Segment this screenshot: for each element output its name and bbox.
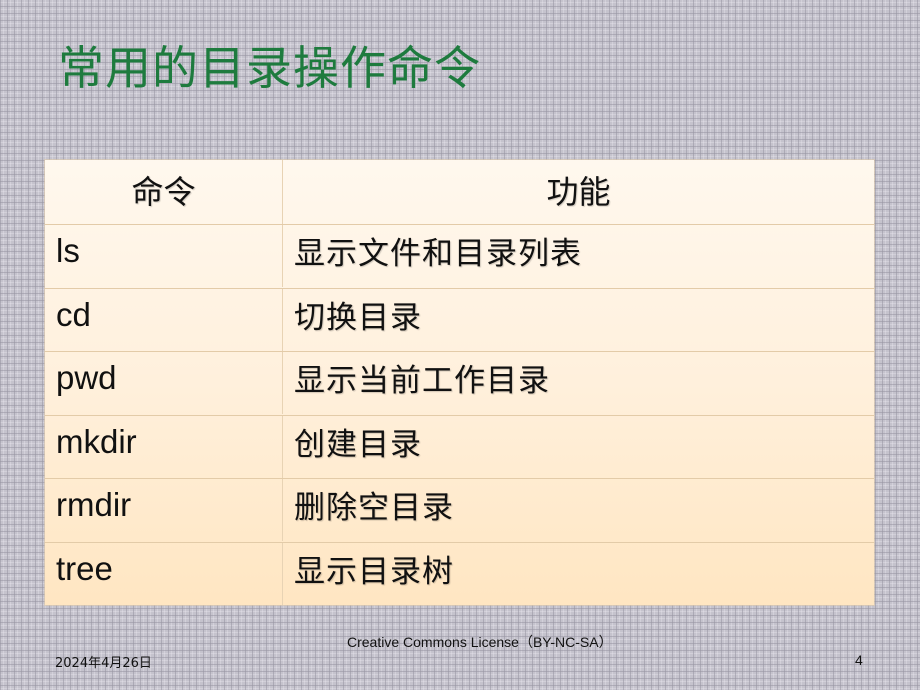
function-text: 显示文件和目录列表 [294, 236, 582, 272]
function-cell: 显示文件和目录列表 [283, 225, 874, 287]
table-header-row: 命令 功能 [45, 160, 874, 224]
header-cell-function: 功能 [283, 160, 874, 224]
table-row: cd 切换目录 [45, 288, 874, 351]
command-cell: cd [45, 289, 283, 351]
footer-date: 2024年4月26日 [55, 656, 152, 671]
table-row: ls 显示文件和目录列表 [45, 224, 874, 287]
page-number: 4 [855, 652, 863, 668]
header-cell-command: 命令 [45, 160, 283, 224]
header-function-label: 功能 [546, 173, 611, 211]
function-text: 创建目录 [294, 427, 422, 463]
table-row: tree 显示目录树 [45, 542, 874, 605]
command-cell: ls [45, 225, 283, 287]
footer-license: Creative Commons License（BY-NC-SA） [347, 634, 613, 650]
command-text: mkdir [56, 423, 137, 460]
header-command-label: 命令 [131, 173, 196, 211]
function-text: 显示目录树 [294, 554, 454, 590]
function-text: 显示当前工作目录 [294, 363, 550, 399]
command-cell: tree [45, 543, 283, 605]
command-cell: pwd [45, 352, 283, 414]
table-row: mkdir 创建目录 [45, 415, 874, 478]
function-text: 切换目录 [294, 300, 422, 336]
command-text: cd [56, 296, 91, 333]
command-cell: mkdir [45, 416, 283, 478]
function-cell: 删除空目录 [283, 479, 874, 541]
command-text: rmdir [56, 486, 132, 523]
command-text: tree [56, 550, 113, 587]
function-cell: 切换目录 [283, 289, 874, 351]
table-row: rmdir 删除空目录 [45, 478, 874, 541]
function-cell: 显示目录树 [283, 543, 874, 605]
commands-table: 命令 功能 ls 显示文件和目录列表 cd 切换目录 pwd 显示当前工作目录 … [45, 160, 874, 605]
table-row: pwd 显示当前工作目录 [45, 351, 874, 414]
command-cell: rmdir [45, 479, 283, 541]
command-text: ls [56, 232, 80, 269]
function-cell: 创建目录 [283, 416, 874, 478]
slide-title: 常用的目录操作命令 [58, 41, 481, 95]
function-cell: 显示当前工作目录 [283, 352, 874, 414]
function-text: 删除空目录 [294, 490, 454, 526]
command-text: pwd [56, 359, 117, 396]
